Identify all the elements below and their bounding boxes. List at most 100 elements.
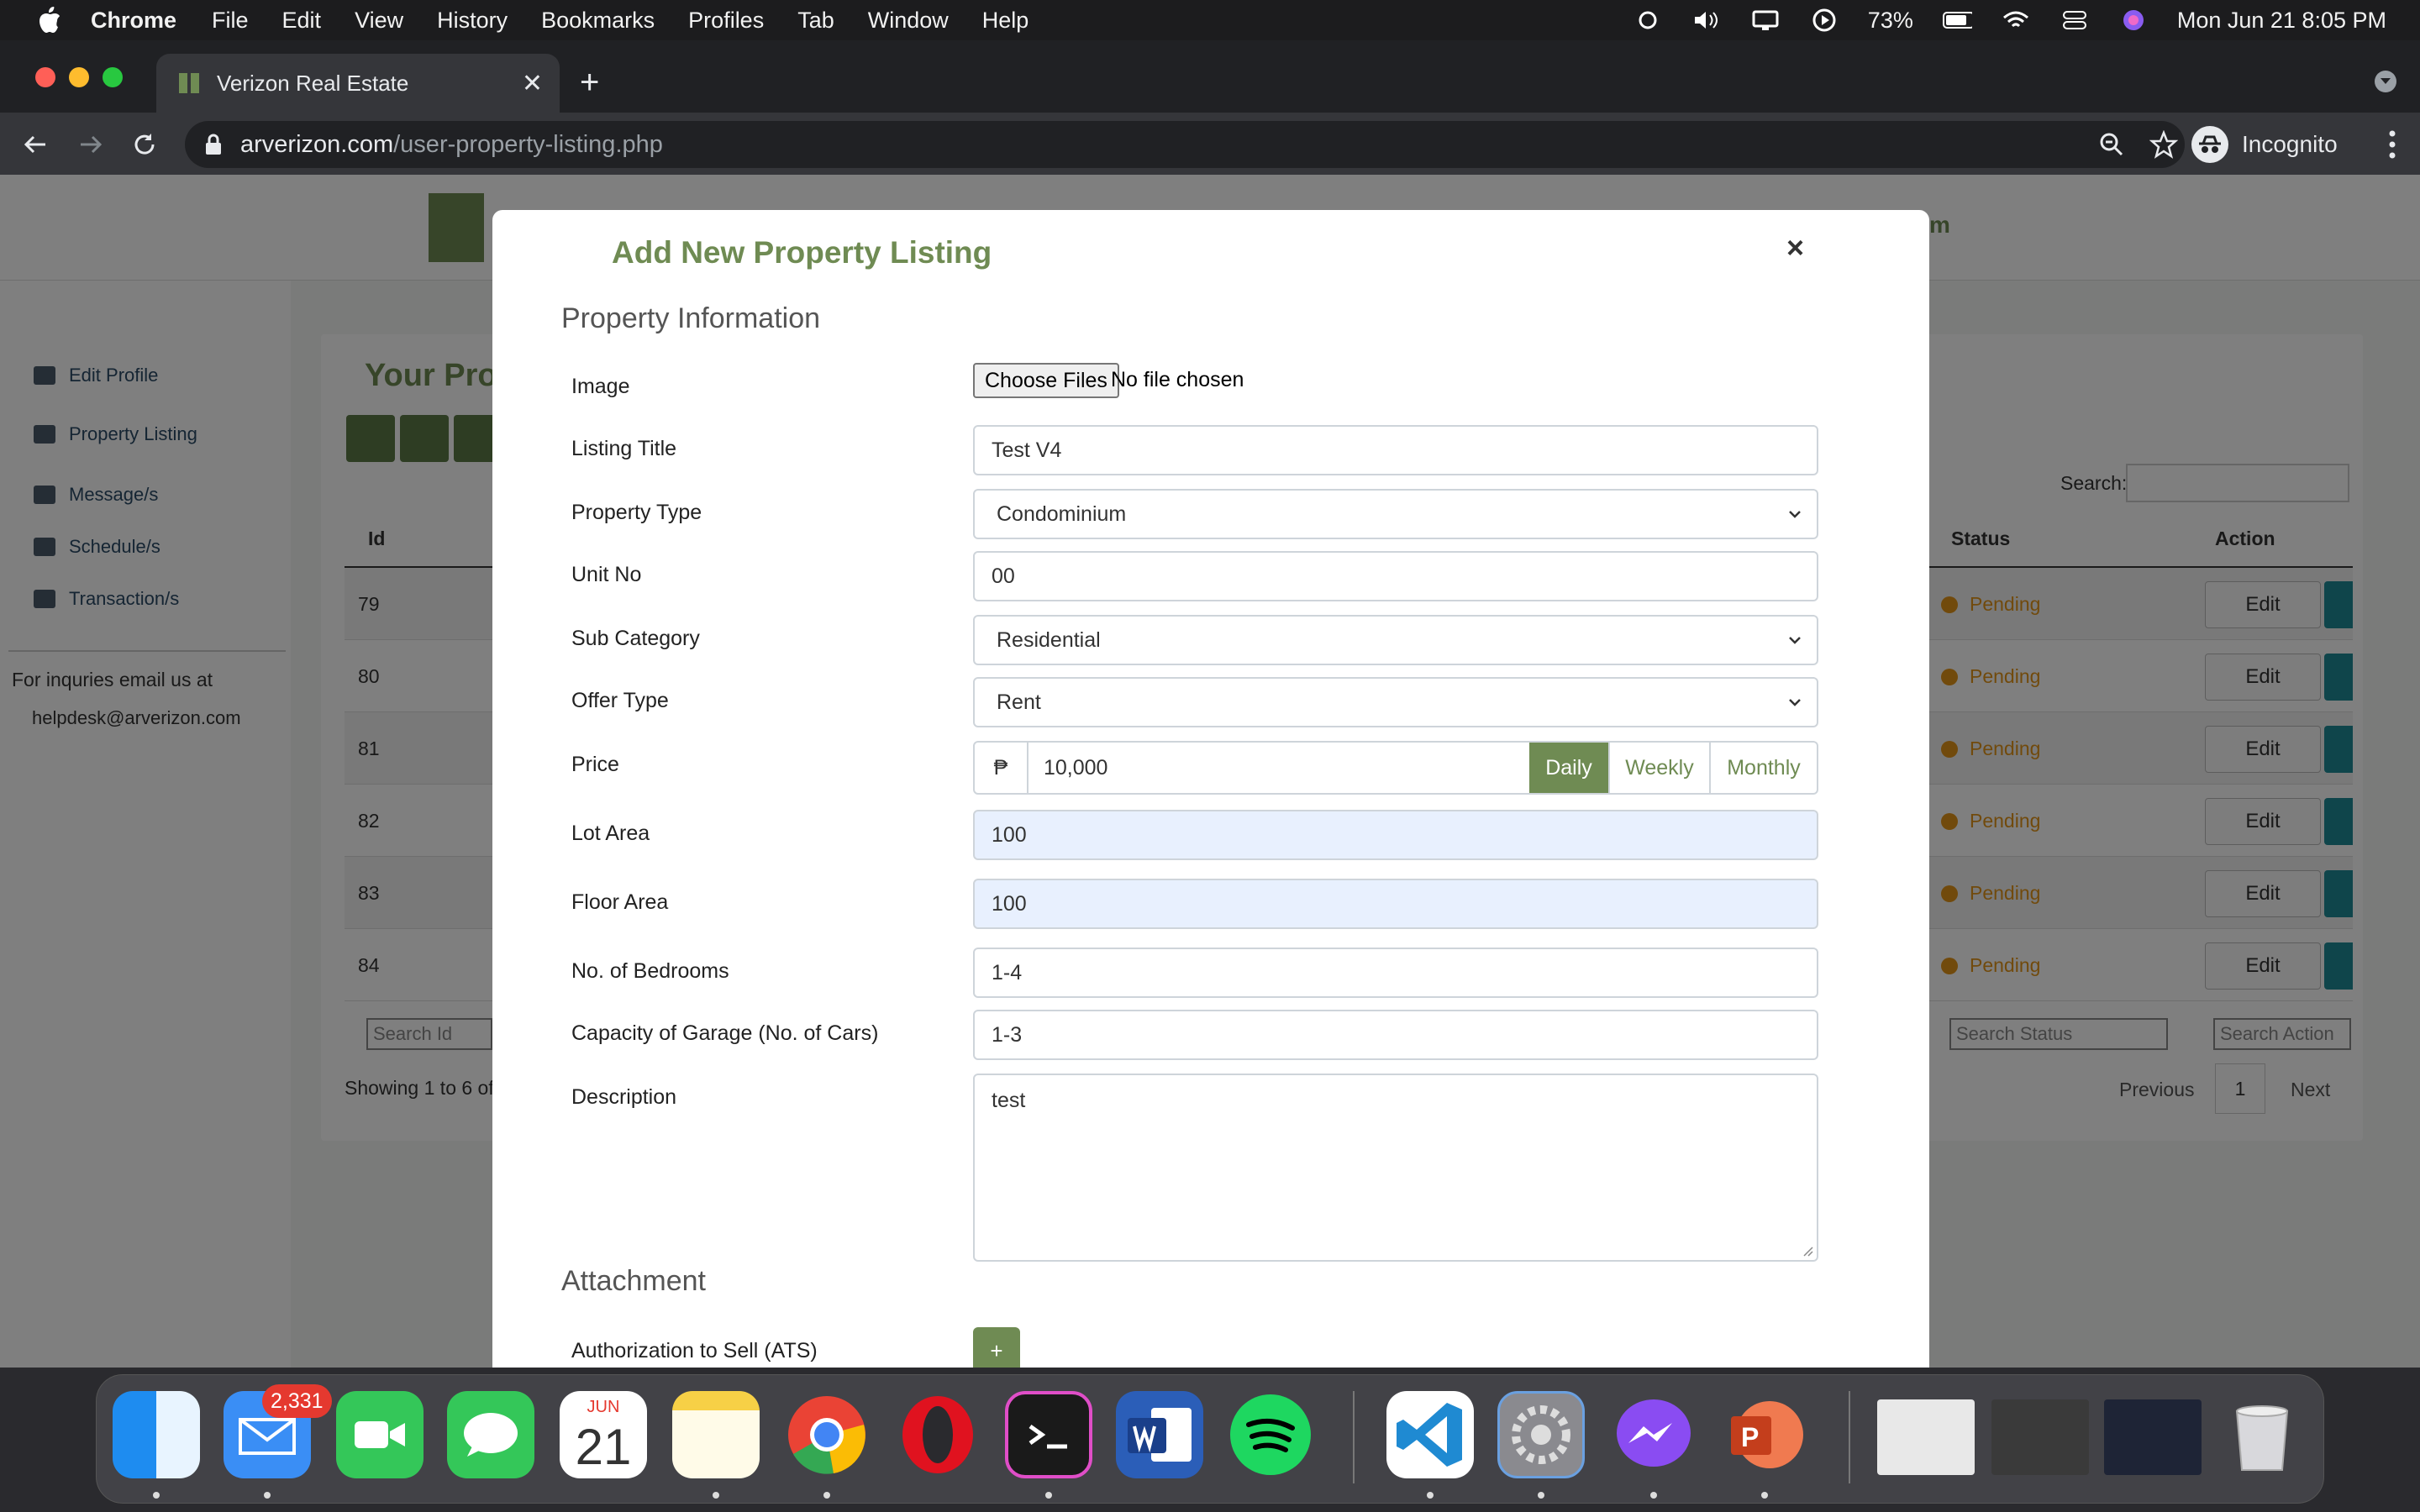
bookmark-star-icon[interactable]: [2149, 130, 2178, 159]
price-weekly-button[interactable]: Weekly: [1608, 743, 1709, 793]
lock-icon[interactable]: [203, 132, 224, 157]
floor-area-input[interactable]: 100: [973, 879, 1818, 929]
minimized-window-thumbnail[interactable]: [1991, 1399, 2089, 1475]
sub-category-value: Residential: [997, 627, 1101, 652]
trash-icon[interactable]: [2218, 1391, 2306, 1478]
zoom-icon[interactable]: [2099, 132, 2124, 157]
messages-icon[interactable]: [447, 1391, 534, 1478]
chrome-toolbar: arverizon.com/user-property-listing.php …: [0, 113, 2420, 175]
control-center-icon[interactable]: [2060, 8, 2090, 33]
display-icon[interactable]: [1750, 8, 1781, 33]
incognito-badge[interactable]: Incognito: [2188, 121, 2351, 168]
lot-area-input[interactable]: 100: [973, 810, 1818, 860]
add-ats-button[interactable]: +: [973, 1327, 1020, 1368]
price-daily-button[interactable]: Daily: [1529, 743, 1608, 793]
play-icon[interactable]: [1809, 8, 1839, 33]
vscode-icon[interactable]: [1386, 1391, 1474, 1478]
menu-tab[interactable]: Tab: [797, 8, 834, 34]
powerpoint-icon[interactable]: P: [1721, 1391, 1808, 1478]
word-icon[interactable]: [1116, 1391, 1203, 1478]
calendar-month: JUN: [587, 1398, 620, 1416]
bedrooms-input[interactable]: 1-4: [973, 948, 1818, 998]
chevron-down-icon: [1789, 699, 1801, 706]
volume-icon[interactable]: [1691, 8, 1722, 33]
price-input[interactable]: 10,000: [1028, 743, 1529, 793]
unit-no-label: Unit No: [571, 563, 642, 586]
close-window-button[interactable]: [35, 67, 55, 87]
unit-no-input[interactable]: 00: [973, 551, 1818, 601]
property-type-select[interactable]: Condominium: [973, 489, 1818, 539]
battery-icon[interactable]: [1942, 8, 1972, 33]
chrome-tab-strip: Verizon Real Estate ✕ +: [0, 40, 2420, 113]
menu-view[interactable]: View: [355, 8, 403, 34]
back-icon[interactable]: [18, 128, 52, 161]
menu-file[interactable]: File: [212, 8, 249, 34]
new-tab-icon[interactable]: +: [580, 66, 599, 99]
sub-category-label: Sub Category: [571, 627, 700, 650]
floor-area-label: Floor Area: [571, 890, 669, 914]
wifi-icon[interactable]: [2001, 8, 2031, 33]
file-status: No file chosen: [1111, 368, 1244, 391]
finder-icon[interactable]: [113, 1391, 200, 1478]
calendar-icon[interactable]: JUN 21: [560, 1391, 647, 1478]
menu-app-name[interactable]: Chrome: [91, 8, 176, 34]
spotify-icon[interactable]: [1227, 1391, 1314, 1478]
choose-files-button[interactable]: Choose Files: [973, 363, 1119, 398]
profile-label: Incognito: [2242, 131, 2338, 157]
menu-bookmarks[interactable]: Bookmarks: [541, 8, 655, 34]
section-heading-property-info: Property Information: [561, 302, 821, 334]
address-bar[interactable]: arverizon.com/user-property-listing.php: [185, 121, 2185, 168]
modal-close-button[interactable]: ×: [1786, 230, 1804, 265]
reload-icon[interactable]: [128, 128, 161, 161]
opera-icon[interactable]: [894, 1391, 981, 1478]
menu-history[interactable]: History: [437, 8, 508, 34]
incognito-icon: [2191, 126, 2228, 163]
chrome-menu-icon[interactable]: [2388, 129, 2396, 160]
menu-window[interactable]: Window: [868, 8, 949, 34]
offer-type-select[interactable]: Rent: [973, 677, 1818, 727]
forward-icon[interactable]: [74, 128, 108, 161]
battery-percent: 73%: [1867, 7, 1913, 33]
garage-capacity-input[interactable]: 1-3: [973, 1010, 1818, 1060]
menu-profiles[interactable]: Profiles: [688, 8, 764, 34]
apple-icon[interactable]: [34, 4, 66, 36]
property-type-value: Condominium: [997, 501, 1127, 526]
minimized-window-thumbnail[interactable]: [1877, 1399, 1975, 1475]
running-indicator: [1427, 1492, 1434, 1499]
messenger-icon[interactable]: [1610, 1391, 1697, 1478]
minimize-window-button[interactable]: [69, 67, 89, 87]
close-tab-icon[interactable]: ✕: [522, 69, 543, 98]
macos-menu-bar: Chrome File Edit View History Bookmarks …: [0, 0, 2420, 40]
dock-separator: [1849, 1391, 1850, 1483]
terminal-icon[interactable]: [1005, 1391, 1092, 1478]
resize-grip-icon[interactable]: [1800, 1243, 1813, 1257]
system-preferences-icon[interactable]: [1497, 1391, 1585, 1478]
ats-label: Authorization to Sell (ATS): [571, 1339, 818, 1362]
screen-mirroring-icon[interactable]: [1633, 8, 1663, 33]
listing-title-input[interactable]: Test V4: [973, 425, 1818, 475]
running-indicator: [713, 1492, 719, 1499]
tab-search-icon[interactable]: [2375, 71, 2396, 92]
menu-help[interactable]: Help: [982, 8, 1029, 34]
chrome-icon[interactable]: [783, 1391, 871, 1478]
menubar-clock[interactable]: Mon Jun 21 8:05 PM: [2177, 8, 2386, 34]
offer-type-label: Offer Type: [571, 689, 669, 712]
price-monthly-button[interactable]: Monthly: [1709, 743, 1817, 793]
minimized-window-thumbnail[interactable]: [2104, 1399, 2202, 1475]
notes-icon[interactable]: [672, 1391, 760, 1478]
running-indicator: [1045, 1492, 1052, 1499]
modal-title: Add New Property Listing: [612, 235, 992, 270]
chevron-down-icon: [1789, 511, 1801, 518]
browser-tab[interactable]: Verizon Real Estate ✕: [156, 54, 560, 113]
description-textarea[interactable]: test: [973, 1074, 1818, 1262]
menu-edit[interactable]: Edit: [282, 8, 322, 34]
calendar-day: 21: [575, 1419, 632, 1475]
peso-currency-icon: ₱: [975, 743, 1028, 793]
maximize-window-button[interactable]: [103, 67, 123, 87]
bedrooms-label: No. of Bedrooms: [571, 959, 729, 983]
facetime-icon[interactable]: [336, 1391, 424, 1478]
description-value: test: [992, 1089, 1026, 1112]
sub-category-select[interactable]: Residential: [973, 615, 1818, 665]
running-indicator: [153, 1492, 160, 1499]
siri-icon[interactable]: [2118, 8, 2149, 33]
